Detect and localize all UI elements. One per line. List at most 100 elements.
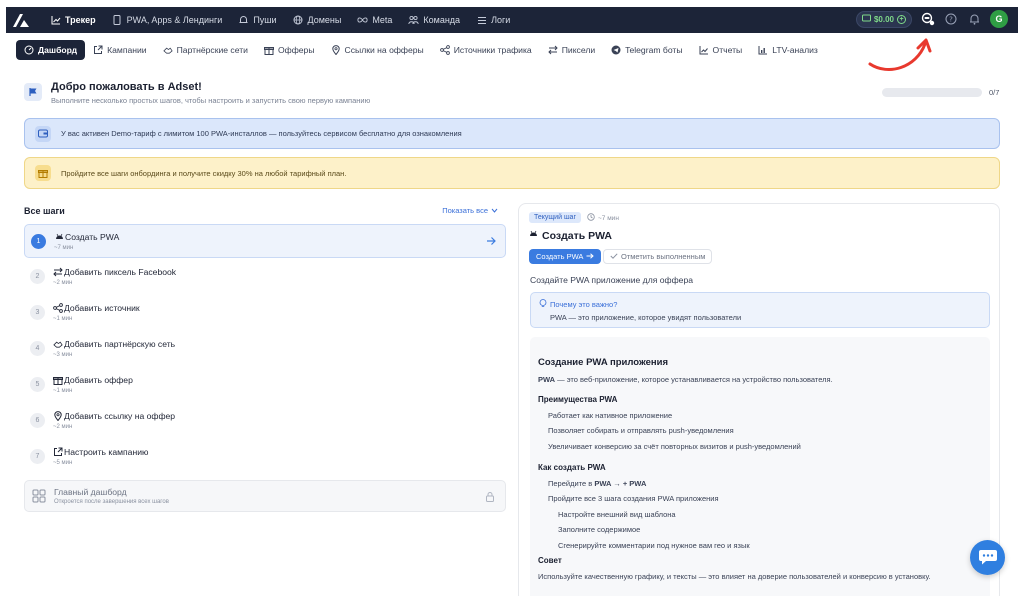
check-icon [610,252,618,261]
gift-icon [263,45,274,55]
mark-done-button[interactable]: Отметить выполненным [603,249,713,264]
onboarding-step[interactable]: 1 Создать PWA ~7 мин [24,224,506,258]
onboarding-step[interactable]: 4 Добавить партнёрскую сеть ~3 мин [24,332,506,366]
external-link-icon [93,45,103,55]
top-nav-item[interactable]: Пуши [230,7,284,33]
infinity-icon [357,15,368,26]
sub-nav-item[interactable]: Партнёрские сети [155,40,256,60]
sub-nav-item[interactable]: Кампании [85,40,154,60]
sub-nav-item[interactable]: Ссылки на офферы [323,40,432,60]
step-number: 7 [30,449,45,464]
grid-icon [32,489,46,503]
onboarding-step[interactable]: 3 Добавить источник ~1 мин [24,296,506,330]
chat-bubble-icon [978,548,998,568]
step-time: ~2 мин [53,424,73,430]
chart-line-icon [50,15,61,26]
instructions-document: Создание PWA приложения PWA — это веб-пр… [530,337,990,596]
doc-how-substep: Настройте внешний вид шаблона [558,510,676,519]
clock-icon [587,213,595,223]
onboarding-step[interactable]: 6 Добавить ссылку на оффер ~2 мин [24,404,506,438]
lock-icon [485,491,495,502]
doc-advantage-item: Работает как нативное приложение [548,411,673,420]
doc-how-step: Перейдите в PWA → + PWA [548,479,646,488]
step-time: ~7 мин [54,245,74,251]
doc-how-title: Как создать PWA [538,463,606,472]
sub-nav-item-label: Партнёрские сети [176,45,248,55]
top-nav-item[interactable]: Логи [468,7,518,33]
discount-text: Пройдите все шаги онбординга и получите … [61,168,347,178]
swap-icon [548,45,558,55]
top-nav-item[interactable]: Домены [285,7,350,33]
sub-nav-item[interactable]: Пиксели [540,40,603,60]
phone-icon [112,15,123,26]
bell-icon [238,15,249,26]
chat-support-button[interactable] [970,540,1005,575]
sub-nav-item[interactable]: LTV-анализ [750,40,826,60]
doc-intro: PWA — это веб-приложение, которое устана… [538,375,833,384]
welcome-title: Добро пожаловать в Adset! [51,81,202,93]
show-all-button[interactable]: Показать все [442,206,498,215]
telegram-icon [611,45,621,55]
step-label: Добавить оффер [64,375,133,385]
top-nav-item[interactable]: Трекер [42,7,104,33]
top-nav-items: Трекер PWA, Apps & Лендинги Пуши Домены Meta… [42,7,518,33]
arrow-right-icon [586,252,595,261]
top-nav-item[interactable]: PWA, Apps & Лендинги [104,7,231,33]
onboarding-step[interactable]: 2 Добавить пиксель Facebook ~2 мин [24,260,506,294]
share-icon [53,303,63,313]
mark-done-label: Отметить выполненным [621,252,706,261]
android-icon [54,232,64,242]
support-bot-icon[interactable] [921,12,935,26]
doc-heading: Создание PWA приложения [538,357,668,368]
top-nav-item[interactable]: Команда [400,7,468,33]
sub-nav-item[interactable]: Источники трафика [432,40,540,60]
why-important-question: Почему это важно? [539,299,617,310]
show-all-label: Показать все [442,206,488,215]
sub-nav-item[interactable]: Дашборд [16,40,86,60]
steps-list: 1 Создать PWA ~7 мин 2 Добавить пиксель F… [24,224,506,514]
external-link-icon [53,447,63,457]
onboarding-step[interactable]: 7 Настроить кампанию ~5 мин [24,440,506,474]
step-number: 6 [30,413,45,428]
sub-nav-item-label: Кампании [107,45,147,55]
gift-icon [35,165,51,181]
plus-icon: + [897,14,906,24]
sub-nav-item-label: Telegram боты [625,45,683,55]
sub-nav-item-label: Дашборд [38,45,78,55]
sub-nav-item[interactable]: Telegram боты [603,40,690,60]
panel-title: Создать PWA [529,230,612,242]
steps-header: Все шаги Показать все [24,206,506,216]
balance-button[interactable]: $0.00 + [855,10,912,28]
swap-icon [53,267,63,277]
onboarding-progress-count: 0/7 [989,88,1000,97]
sub-nav-item[interactable]: Офферы [256,40,323,60]
adset-logo[interactable] [6,7,36,33]
android-icon [529,230,538,242]
annotation-arrow-icon [868,38,932,71]
help-icon[interactable]: ? [944,12,958,26]
panel-subtitle: Создайте PWA приложение для оффера [530,275,694,285]
top-nav-item[interactable]: Meta [349,7,400,33]
main-dashboard-locked-step: Главный дашборд Откроется после завершен… [24,480,506,512]
step-label: Добавить пиксель Facebook [64,267,177,277]
demo-tariff-banner: У вас активен Demo-тариф с лимитом 100 P… [24,118,1000,149]
create-pwa-label: Создать PWA [536,252,584,261]
onboarding-step[interactable]: 5 Добавить оффер ~1 мин [24,368,506,402]
step-time: ~1 мин [53,316,73,322]
locked-step-hint: Откроется после завершения всех шагов [54,499,169,505]
current-step-time: ~7 мин [587,213,619,223]
notifications-bell-icon[interactable] [967,12,981,26]
user-avatar[interactable]: G [990,10,1008,28]
sub-nav-item[interactable]: Отчеты [691,40,751,60]
welcome-subtitle: Выполните несколько простых шагов, чтобы… [51,96,371,105]
doc-how-step: Пройдите все 3 шага создания PWA приложе… [548,494,719,503]
lightbulb-icon [539,299,547,310]
why-important-answer: PWA — это приложение, которое увидят пол… [550,313,742,322]
sub-nav-item-label: Ссылки на офферы [344,45,424,55]
step-label: Настроить кампанию [64,447,149,457]
create-pwa-button[interactable]: Создать PWA [529,249,602,264]
top-navbar: Трекер PWA, Apps & Лендинги Пуши Домены Meta… [6,7,1018,33]
top-nav-item-label: PWA, Apps & Лендинги [126,15,223,25]
pin-icon [331,45,341,55]
top-nav-item-label: Команда [423,15,461,25]
